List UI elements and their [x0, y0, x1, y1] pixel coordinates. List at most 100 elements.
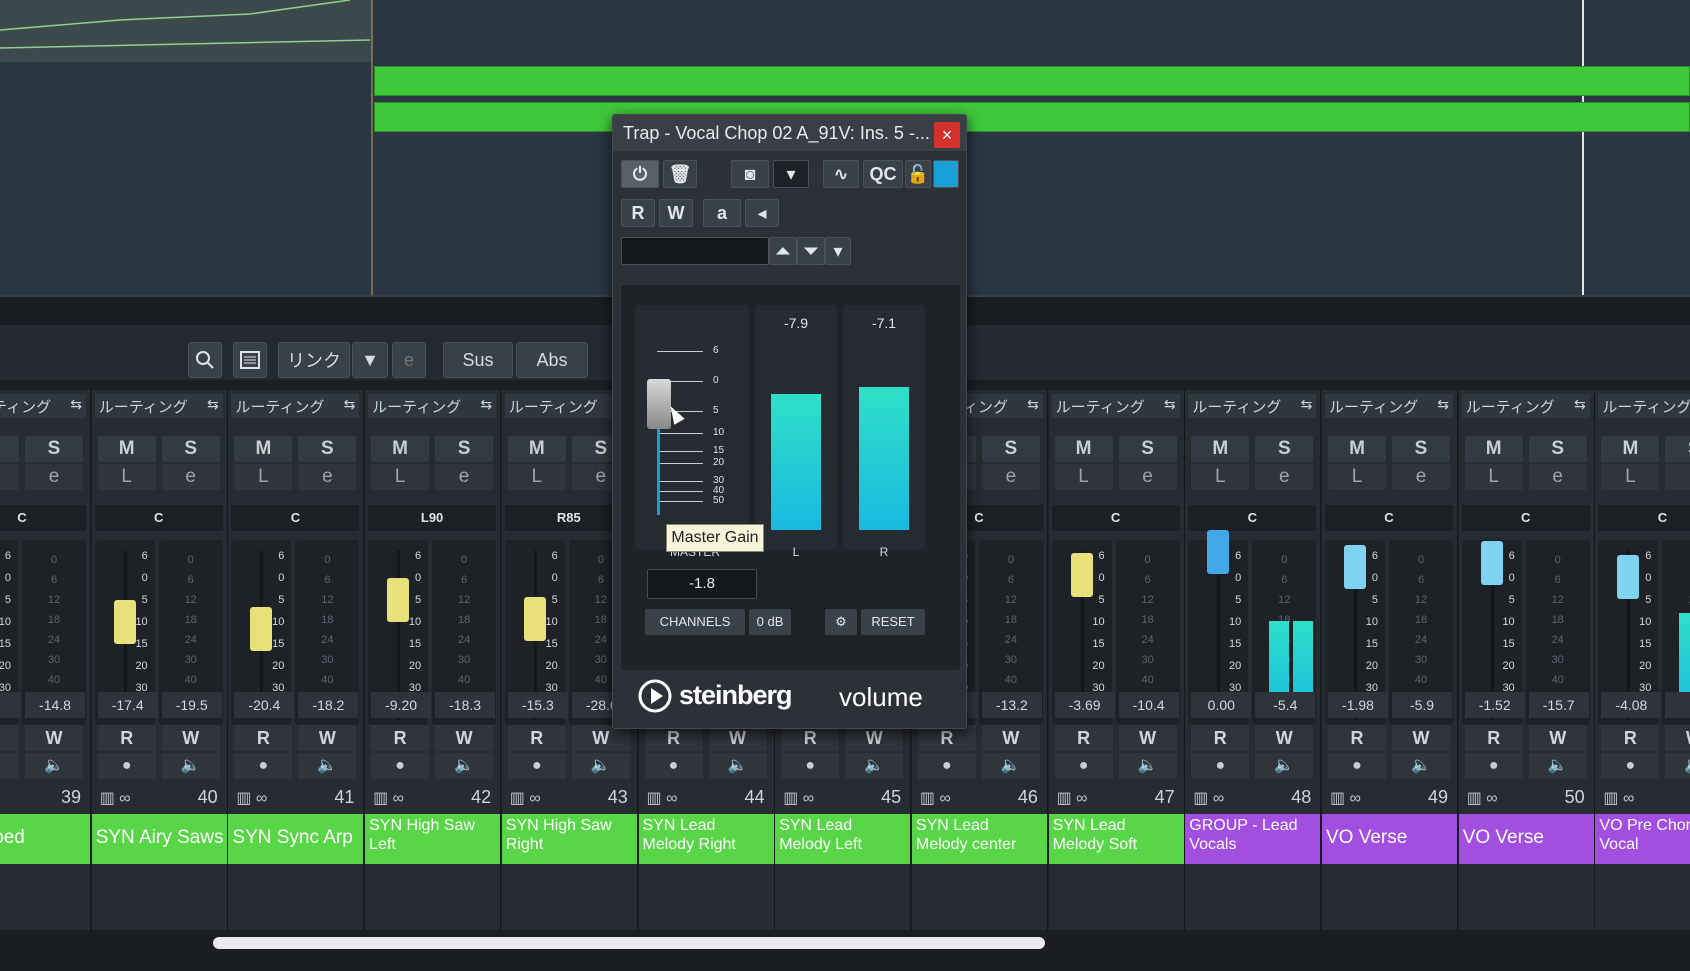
- sidechain-button[interactable]: ∿: [823, 160, 859, 188]
- solo-button[interactable]: S: [1528, 436, 1587, 462]
- read-button[interactable]: R: [371, 725, 430, 751]
- read-button[interactable]: R: [1191, 725, 1250, 751]
- monitor-button[interactable]: 🔈: [1255, 753, 1314, 779]
- listen-button[interactable]: L: [371, 464, 430, 490]
- search-button[interactable]: [188, 342, 222, 378]
- listen-button[interactable]: L: [1054, 464, 1113, 490]
- channel-name[interactable]: SYN Sync Arp: [228, 814, 364, 864]
- preset-prev-button[interactable]: ⏶: [769, 237, 797, 265]
- snapshot-button[interactable]: ◙: [731, 160, 769, 188]
- record-button[interactable]: ●: [1328, 753, 1386, 779]
- routing-button[interactable]: ルーティング ⇆: [231, 394, 360, 418]
- channel-fader[interactable]: [1070, 553, 1093, 597]
- pan-control[interactable]: C: [1598, 505, 1690, 531]
- peak-value[interactable]: -15.7: [1528, 692, 1589, 718]
- reset-button[interactable]: RESET: [861, 609, 925, 635]
- monitor-button[interactable]: 🔈: [161, 753, 220, 779]
- peak-value[interactable]: -18.2: [298, 692, 359, 718]
- solo-button[interactable]: S: [298, 436, 357, 462]
- channel-fader[interactable]: [1617, 555, 1640, 599]
- pan-control[interactable]: C: [1461, 505, 1590, 531]
- read-button[interactable]: R: [97, 725, 156, 751]
- fader-value[interactable]: -3.69: [1054, 692, 1115, 718]
- fader-value[interactable]: -17.4: [97, 692, 158, 718]
- link-dropdown[interactable]: ▼: [352, 342, 388, 378]
- pan-control[interactable]: C: [1188, 505, 1317, 531]
- fader-value[interactable]: -4.08: [1601, 692, 1662, 718]
- edit-button[interactable]: e: [1255, 464, 1314, 490]
- monitor-button[interactable]: 🔈: [435, 753, 494, 779]
- peak-value[interactable]: -5.4: [1255, 692, 1316, 718]
- monitor-button[interactable]: 🔈: [571, 753, 630, 779]
- peak-value[interactable]: -13.2: [981, 692, 1042, 718]
- fader-value[interactable]: -1.52: [1464, 692, 1525, 718]
- master-gain-fader[interactable]: [647, 379, 671, 429]
- fader-value[interactable]: -9.20: [371, 692, 432, 718]
- channel-name[interactable]: SYN Lead Melody Soft: [1048, 814, 1184, 864]
- mute-button[interactable]: M: [0, 436, 19, 462]
- pan-control[interactable]: C: [231, 505, 360, 531]
- write-button[interactable]: W: [25, 725, 83, 751]
- record-button[interactable]: ●: [1191, 753, 1250, 779]
- listen-button[interactable]: L: [1191, 464, 1250, 490]
- listen-button[interactable]: L: [1464, 464, 1523, 490]
- mute-button[interactable]: M: [234, 436, 293, 462]
- write-button[interactable]: W: [1528, 725, 1587, 751]
- mixer-scroll-thumb[interactable]: [213, 937, 1045, 949]
- gain-value-field[interactable]: -1.8: [647, 569, 757, 599]
- read-button[interactable]: R: [1054, 725, 1113, 751]
- listen-button[interactable]: L: [507, 464, 566, 490]
- pan-control[interactable]: C: [1325, 505, 1453, 531]
- plugin-window[interactable]: Trap - Vocal Chop 02 A_91V: Ins. 5 -... …: [612, 114, 967, 729]
- channel-name[interactable]: SYN High Saw Right: [501, 814, 637, 864]
- preset-field[interactable]: [621, 237, 769, 265]
- routing-button[interactable]: ルーティング ⇆: [0, 394, 86, 418]
- link-button[interactable]: リンク: [278, 342, 350, 378]
- preset-menu-button[interactable]: ▾: [825, 237, 851, 265]
- audio-event[interactable]: [374, 102, 1690, 132]
- routing-button[interactable]: ルーティング ⇆: [94, 394, 223, 418]
- fader-value[interactable]: 0: [0, 692, 21, 718]
- color-button[interactable]: [933, 160, 959, 188]
- close-button[interactable]: ×: [934, 122, 960, 148]
- routing-button[interactable]: ルーティング ⇆: [1188, 394, 1317, 418]
- monitor-button[interactable]: 🔈: [25, 753, 83, 779]
- write-automation-button[interactable]: W: [659, 199, 693, 227]
- mute-button[interactable]: M: [371, 436, 430, 462]
- edit-button[interactable]: e: [1528, 464, 1587, 490]
- pan-control[interactable]: C: [0, 505, 86, 531]
- solo-button[interactable]: S: [1392, 436, 1450, 462]
- pan-control[interactable]: L90: [368, 505, 497, 531]
- mute-button[interactable]: M: [97, 436, 156, 462]
- channel-fader[interactable]: [387, 578, 410, 622]
- settings-button[interactable]: ⚙: [825, 609, 857, 635]
- monitor-button[interactable]: 🔈: [1528, 753, 1587, 779]
- channel-name[interactable]: VO Verse Vocal: [1322, 814, 1457, 864]
- record-button[interactable]: ●: [371, 753, 430, 779]
- read-button[interactable]: R: [0, 725, 19, 751]
- channel-fader[interactable]: [1480, 541, 1503, 585]
- monitor-button[interactable]: 🔈: [1392, 753, 1450, 779]
- record-button[interactable]: ●: [97, 753, 156, 779]
- channel-fader[interactable]: [1344, 545, 1366, 589]
- listen-button[interactable]: L: [97, 464, 156, 490]
- edit-button[interactable]: e: [1118, 464, 1177, 490]
- channel-name[interactable]: GROUP - Lead Vocals: [1185, 814, 1321, 864]
- edit-button[interactable]: e: [161, 464, 220, 490]
- routing-button[interactable]: ルーティング ⇆: [1325, 394, 1453, 418]
- read-automation-button[interactable]: R: [621, 199, 655, 227]
- sus-button[interactable]: Sus: [443, 342, 513, 378]
- monitor-button[interactable]: 🔈: [1118, 753, 1177, 779]
- abs-button[interactable]: Abs: [516, 342, 588, 378]
- pan-control[interactable]: C: [94, 505, 223, 531]
- record-button[interactable]: ●: [1601, 753, 1660, 779]
- write-button[interactable]: W: [1665, 725, 1690, 751]
- read-button[interactable]: R: [1328, 725, 1386, 751]
- edit-button[interactable]: e: [981, 464, 1040, 490]
- monitor-button[interactable]: 🔈: [708, 753, 767, 779]
- audio-event[interactable]: [374, 66, 1690, 96]
- peak-value[interactable]: -18.3: [435, 692, 496, 718]
- preset-dropdown[interactable]: ▾: [773, 160, 809, 188]
- channel-fader[interactable]: [250, 607, 273, 651]
- edit-button[interactable]: e: [298, 464, 357, 490]
